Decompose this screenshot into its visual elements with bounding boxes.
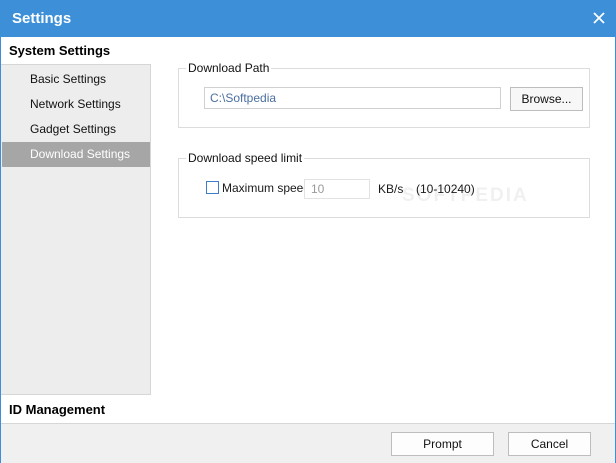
speed-value-input[interactable]: 10 <box>304 179 370 199</box>
maximum-speed-checkbox[interactable] <box>206 181 219 194</box>
sidebar-section-id-management[interactable]: ID Management <box>1 394 151 423</box>
maximum-speed-label[interactable]: Maximum speed <box>222 181 310 195</box>
browse-button[interactable]: Browse... <box>510 87 583 111</box>
sidebar-section-system-settings[interactable]: System Settings <box>1 37 151 65</box>
prompt-button[interactable]: Prompt <box>391 432 494 456</box>
download-path-input[interactable]: C:\Softpedia <box>204 87 501 109</box>
close-icon[interactable] <box>589 8 609 28</box>
settings-content: Download Path C:\Softpedia Browse... Dow… <box>152 37 615 423</box>
download-speed-limit-group-title: Download speed limit <box>186 151 305 165</box>
sidebar: System Settings Basic Settings Network S… <box>1 37 151 423</box>
sidebar-item-gadget-settings[interactable]: Gadget Settings <box>2 117 150 142</box>
sidebar-item-download-settings[interactable]: Download Settings <box>2 142 150 167</box>
speed-range-label: (10-10240) <box>416 182 475 196</box>
title-bar[interactable]: Settings <box>1 1 615 37</box>
sidebar-item-basic-settings[interactable]: Basic Settings <box>2 67 150 92</box>
footer-bar: Prompt Cancel <box>1 423 615 463</box>
window-title: Settings <box>12 10 72 27</box>
sidebar-item-network-settings[interactable]: Network Settings <box>2 92 150 117</box>
cancel-button[interactable]: Cancel <box>508 432 591 456</box>
speed-unit-label: KB/s <box>378 182 404 196</box>
settings-window: Settings System Settings Basic Settings … <box>0 0 616 463</box>
download-path-group-title: Download Path <box>186 61 272 75</box>
